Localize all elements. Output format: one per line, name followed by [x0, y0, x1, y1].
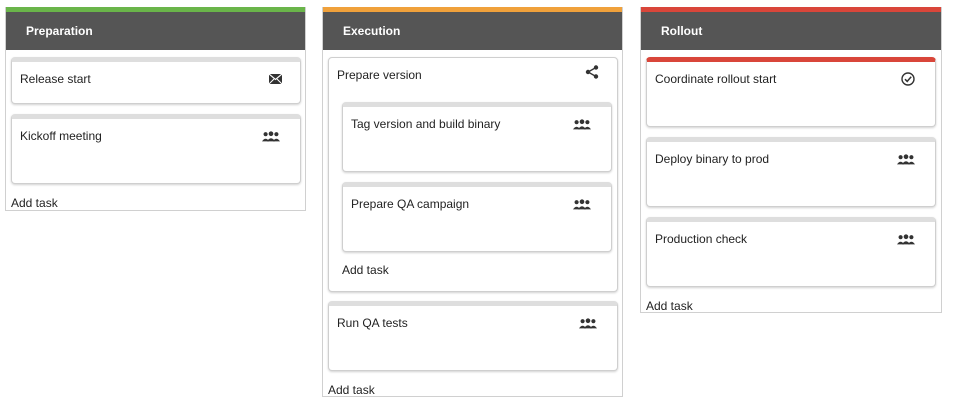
column-preparation: Preparation Release start Kickoff meetin… [5, 7, 306, 211]
users-icon[interactable] [897, 232, 915, 246]
task-card-prepare-qa-campaign[interactable]: Prepare QA campaign [342, 182, 612, 252]
task-label: Kickoff meeting [20, 129, 102, 143]
task-label: Prepare QA campaign [351, 197, 470, 211]
users-icon[interactable] [262, 129, 280, 143]
check-circle-icon[interactable] [899, 72, 917, 86]
users-icon[interactable] [579, 316, 597, 330]
task-card-production-check[interactable]: Production check [646, 217, 936, 287]
users-icon[interactable] [897, 152, 915, 166]
task-label: Tag version and build binary [351, 117, 501, 131]
add-task-link[interactable]: Add task [11, 196, 58, 210]
task-card-run-qa-tests[interactable]: Run QA tests [328, 301, 618, 371]
task-group-prepare-version[interactable]: Prepare version Tag version and build bi… [328, 57, 618, 292]
add-task-link[interactable]: Add task [646, 299, 693, 313]
task-card-coordinate-rollout-start[interactable]: Coordinate rollout start [646, 57, 936, 127]
column-rollout: Rollout Coordinate rollout start Deploy … [640, 7, 942, 313]
task-card-deploy-binary[interactable]: Deploy binary to prod [646, 137, 936, 207]
task-label: Coordinate rollout start [655, 72, 777, 86]
column-title: Rollout [641, 12, 941, 50]
task-label: Release start [20, 72, 91, 86]
share-icon[interactable] [583, 65, 601, 79]
task-label: Run QA tests [337, 316, 408, 330]
group-label: Prepare version [337, 68, 422, 82]
task-card-kickoff-meeting[interactable]: Kickoff meeting [11, 114, 301, 184]
column-title: Execution [323, 12, 622, 50]
envelope-icon[interactable] [266, 72, 284, 86]
task-label: Production check [655, 232, 748, 246]
column-execution: Execution Prepare version Tag version an… [322, 7, 623, 397]
column-title: Preparation [6, 12, 305, 50]
task-card-tag-version[interactable]: Tag version and build binary [342, 102, 612, 172]
task-card-release-start[interactable]: Release start [11, 57, 301, 104]
users-icon[interactable] [573, 117, 591, 131]
add-task-link[interactable]: Add task [328, 383, 375, 397]
add-task-link[interactable]: Add task [342, 263, 389, 277]
users-icon[interactable] [573, 197, 591, 211]
task-label: Deploy binary to prod [655, 152, 770, 166]
